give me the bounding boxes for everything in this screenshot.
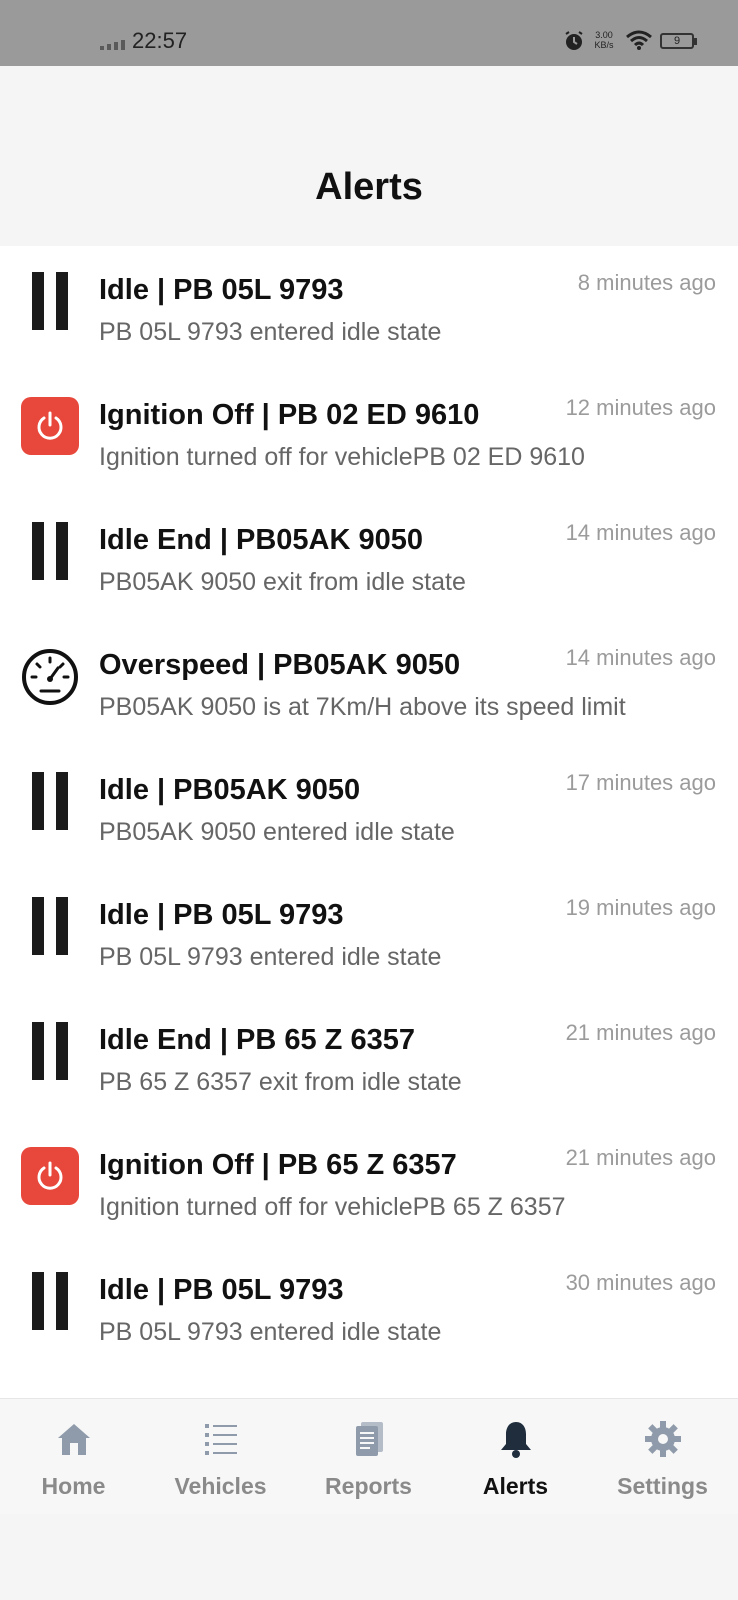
alert-description: Ignition turned off for vehiclePB 65 Z 6… xyxy=(99,1193,566,1221)
pause-icon xyxy=(20,1270,80,1334)
power-icon xyxy=(21,397,79,455)
alert-title: Idle | PB 05L 9793 xyxy=(99,899,344,931)
status-time: 22:57 xyxy=(132,28,188,53)
alerts-list: Idle | PB 05L 9793 8 minutes ago PB 05L … xyxy=(0,246,738,1398)
bottom-area xyxy=(0,1514,738,1600)
alert-title: Idle | PB 05L 9793 xyxy=(99,1274,344,1306)
battery-icon: 9 xyxy=(660,33,697,49)
alert-title: Ignition Off | PB 65 Z 6357 xyxy=(99,1149,457,1181)
tab-label: Reports xyxy=(325,1473,412,1499)
alert-description: PB05AK 9050 entered idle state xyxy=(99,818,455,846)
document-icon xyxy=(355,1422,383,1456)
tab-vehicles[interactable]: Vehicles xyxy=(147,1399,294,1515)
alert-time: 30 minutes ago xyxy=(565,1270,716,1295)
alert-item[interactable]: Ignition Off | PB 65 Z 6357 21 minutes a… xyxy=(0,1121,738,1246)
alert-title: Idle | PB05AK 9050 xyxy=(99,774,361,806)
alert-title: Idle | PB 05L 9793 xyxy=(99,274,344,306)
alert-time: 19 minutes ago xyxy=(565,895,716,920)
alert-description: PB 05L 9793 entered idle state xyxy=(99,943,442,971)
wifi-icon xyxy=(626,30,652,50)
signal-icon xyxy=(100,40,125,50)
alert-title: Idle End | PB05AK 9050 xyxy=(99,524,424,556)
alert-title: Overspeed | PB05AK 9050 xyxy=(99,649,461,681)
alert-item[interactable]: Idle | PB 05L 9793 19 minutes ago PB 05L… xyxy=(0,871,738,996)
tab-alerts[interactable]: Alerts xyxy=(442,1399,589,1515)
alert-item[interactable]: Ignition Off | PB 02 ED 9610 12 minutes … xyxy=(0,371,738,496)
list-icon xyxy=(204,1424,237,1455)
alert-item[interactable]: Idle | PB 05L 9793 8 minutes ago PB 05L … xyxy=(0,246,738,371)
header: Alerts xyxy=(0,66,738,246)
alert-time: 8 minutes ago xyxy=(577,270,716,295)
speedometer-icon xyxy=(20,645,80,709)
pause-icon xyxy=(20,270,80,334)
net-speed: 3.00 KB/s xyxy=(592,30,616,50)
alert-item[interactable]: Idle | PB 05L 9793 30 minutes ago PB 05L… xyxy=(0,1246,738,1371)
alert-time: 14 minutes ago xyxy=(565,520,716,545)
alert-description: PB05AK 9050 is at 7Km/H above its speed … xyxy=(99,693,626,721)
alert-title: Idle End | PB 65 Z 6357 xyxy=(99,1024,415,1056)
tab-reports[interactable]: Reports xyxy=(295,1399,442,1515)
alert-description: PB 05L 9793 entered idle state xyxy=(99,1318,442,1346)
tab-home[interactable]: Home xyxy=(0,1399,147,1515)
pause-icon xyxy=(20,770,80,834)
alert-title: Ignition Off | PB 02 ED 9610 xyxy=(99,399,480,431)
alert-description: PB05AK 9050 exit from idle state xyxy=(99,568,466,596)
bottom-tab-bar: Home Vehicles Reports Alerts Settings xyxy=(0,1398,738,1515)
bell-icon xyxy=(500,1422,531,1458)
alert-description: PB 05L 9793 entered idle state xyxy=(99,318,442,346)
alert-item[interactable]: Idle End | PB05AK 9050 14 minutes ago PB… xyxy=(0,496,738,621)
tab-settings[interactable]: Settings xyxy=(589,1399,736,1515)
pause-icon xyxy=(20,895,80,959)
net-speed-unit: KB/s xyxy=(594,40,614,50)
tab-label: Vehicles xyxy=(174,1473,267,1499)
alert-time: 12 minutes ago xyxy=(565,395,716,420)
power-icon xyxy=(21,1147,79,1205)
alert-time: 21 minutes ago xyxy=(565,1145,716,1170)
alarm-icon xyxy=(565,31,583,50)
page-title: Alerts xyxy=(315,166,423,208)
alert-item[interactable]: Idle | PB05AK 9050 17 minutes ago PB05AK… xyxy=(0,746,738,871)
alert-description: Ignition turned off for vehiclePB 02 ED … xyxy=(99,443,585,471)
alert-item[interactable]: Idle End | PB 65 Z 6357 21 minutes ago P… xyxy=(0,996,738,1121)
alert-time: 17 minutes ago xyxy=(565,770,716,795)
net-speed-value: 3.00 xyxy=(595,30,613,40)
home-icon xyxy=(57,1424,90,1455)
pause-icon xyxy=(20,1020,80,1084)
gear-icon xyxy=(644,1421,681,1457)
pause-icon xyxy=(20,520,80,584)
alert-time: 21 minutes ago xyxy=(565,1020,716,1045)
status-bar: 22:57 3.00 KB/s 9 xyxy=(0,0,738,66)
alert-item[interactable]: Overspeed | PB05AK 9050 14 minutes ago P… xyxy=(0,621,738,746)
tab-label: Home xyxy=(41,1473,106,1499)
tab-label: Settings xyxy=(617,1473,708,1499)
alert-description: PB 65 Z 6357 exit from idle state xyxy=(99,1068,462,1096)
tab-label: Alerts xyxy=(482,1473,549,1499)
alert-time: 14 minutes ago xyxy=(565,645,716,670)
